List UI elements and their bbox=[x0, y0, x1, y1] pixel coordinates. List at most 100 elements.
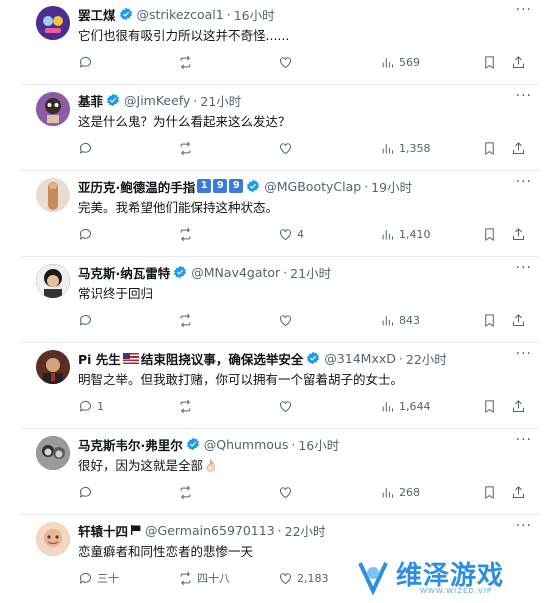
reply-count: 三十 bbox=[97, 572, 119, 585]
views-bar-chart-icon bbox=[382, 57, 393, 67]
more-options-icon[interactable]: ··· bbox=[516, 174, 532, 190]
share-button[interactable] bbox=[511, 311, 526, 329]
like-button[interactable] bbox=[278, 483, 297, 501]
avatar[interactable] bbox=[36, 6, 70, 40]
tweet[interactable]: 亚历克·鲍德温的手指 1 9 9 @MGBootyClap · 19小时 完美。… bbox=[20, 172, 540, 257]
more-options-icon[interactable]: ··· bbox=[516, 260, 532, 276]
share-button[interactable] bbox=[511, 483, 526, 501]
reply-button[interactable]: 三十 bbox=[78, 569, 119, 587]
retweet-button[interactable] bbox=[178, 139, 197, 157]
reply-button[interactable]: 1 bbox=[78, 397, 104, 415]
timestamp[interactable]: 21小时 bbox=[290, 263, 331, 282]
views-bar-chart-icon bbox=[382, 229, 393, 239]
reply-icon bbox=[79, 572, 91, 584]
like-button[interactable] bbox=[278, 139, 297, 157]
like-button[interactable]: 2,183 bbox=[278, 569, 329, 587]
tweet-actions: 843 bbox=[78, 311, 532, 329]
bookmark-button[interactable] bbox=[482, 53, 497, 71]
avatar[interactable] bbox=[36, 92, 70, 126]
views-button[interactable]: 268 bbox=[380, 483, 420, 501]
timestamp[interactable]: 19小时 bbox=[371, 177, 412, 196]
author-handle[interactable]: @strikezcoal1 bbox=[137, 7, 224, 22]
author-handle[interactable]: @MGBootyClap bbox=[264, 179, 361, 194]
author-name[interactable]: 罢工煤 bbox=[78, 5, 116, 24]
timestamp[interactable]: 22小时 bbox=[406, 349, 447, 368]
bookmark-button[interactable] bbox=[482, 311, 497, 329]
timestamp[interactable]: 16小时 bbox=[298, 435, 339, 454]
views-button[interactable]: 843 bbox=[380, 311, 420, 329]
keycap-digit-badge: 9 bbox=[229, 179, 244, 193]
retweet-button[interactable] bbox=[178, 53, 197, 71]
author-name[interactable]: 马克斯韦尔·弗里尔 bbox=[78, 435, 183, 454]
reply-button[interactable] bbox=[78, 225, 97, 243]
avatar[interactable] bbox=[36, 522, 70, 556]
tweet[interactable]: Pi 先生 结束阻挠议事，确保选举安全 @314MxxD · 22小时 明智之举… bbox=[20, 344, 540, 429]
like-button[interactable]: 4 bbox=[278, 225, 304, 243]
tweet[interactable]: 罢工煤 @strikezcoal1 · 16小时 它们也很有吸引力所以这并不奇怪… bbox=[20, 0, 540, 85]
more-options-icon[interactable]: ··· bbox=[516, 432, 532, 448]
timestamp[interactable]: 21小时 bbox=[200, 91, 241, 110]
author-handle[interactable]: @Germain65970113 bbox=[145, 523, 275, 538]
retweet-button[interactable] bbox=[178, 311, 197, 329]
like-button[interactable] bbox=[278, 311, 297, 329]
reply-button[interactable] bbox=[78, 311, 97, 329]
author-name[interactable]: 马克斯·纳瓦雷特 bbox=[78, 263, 170, 282]
avatar[interactable] bbox=[36, 264, 70, 298]
author-handle[interactable]: @314MxxD bbox=[324, 351, 396, 366]
share-button[interactable] bbox=[511, 397, 526, 415]
views-button[interactable]: 1,410 bbox=[380, 225, 431, 243]
tweet-text: 明智之举。但我敢打赌，你可以拥有一个留着胡子的女士。 bbox=[78, 372, 404, 387]
author-name-prefix[interactable]: Pi 先生 bbox=[78, 349, 121, 368]
views-count: 1,410 bbox=[399, 227, 431, 241]
separator-dot: · bbox=[283, 264, 288, 280]
reply-button[interactable] bbox=[78, 483, 97, 501]
views-button[interactable]: 1,644 bbox=[380, 397, 431, 415]
more-options-icon[interactable]: ··· bbox=[516, 346, 532, 362]
reply-count: 1 bbox=[97, 399, 104, 413]
more-options-icon[interactable]: ··· bbox=[516, 518, 532, 534]
views-bar-chart-icon bbox=[382, 401, 393, 411]
avatar[interactable] bbox=[36, 178, 70, 212]
more-options-icon[interactable]: ··· bbox=[516, 88, 532, 104]
tweet-actions: 268 bbox=[78, 483, 532, 501]
author-name[interactable]: 结束阻挠议事，确保选举安全 bbox=[141, 349, 304, 368]
heart-icon bbox=[280, 400, 291, 412]
reply-icon bbox=[79, 56, 91, 68]
tweet[interactable]: 马克斯韦尔·弗里尔 @Qhummous · 16小时 很好，因为这就是全部👌🏻 … bbox=[20, 430, 540, 515]
more-options-icon[interactable]: ··· bbox=[516, 2, 532, 18]
avatar[interactable] bbox=[36, 436, 70, 470]
views-bar-chart-icon bbox=[382, 315, 393, 325]
share-button[interactable] bbox=[511, 53, 526, 71]
author-handle[interactable]: @Qhummous bbox=[204, 437, 289, 452]
author-handle[interactable]: @JimKeefy bbox=[124, 93, 190, 108]
timestamp[interactable]: 16小时 bbox=[234, 5, 275, 24]
bookmark-button[interactable] bbox=[482, 397, 497, 415]
views-button[interactable]: 1,358 bbox=[380, 139, 431, 157]
like-button[interactable] bbox=[278, 53, 297, 71]
like-button[interactable] bbox=[278, 397, 297, 415]
bookmark-button[interactable] bbox=[482, 139, 497, 157]
reply-button[interactable] bbox=[78, 53, 97, 71]
retweet-button[interactable]: 四十八 bbox=[178, 569, 230, 587]
author-name[interactable]: 基菲 bbox=[78, 91, 103, 110]
timestamp[interactable]: 22小时 bbox=[285, 521, 326, 540]
tweet[interactable]: 马克斯·纳瓦雷特 @MNav4gator · 21小时 常识终于回归 ··· 8… bbox=[20, 258, 540, 343]
reply-button[interactable] bbox=[78, 139, 97, 157]
heart-icon bbox=[280, 572, 291, 584]
bookmark-button[interactable] bbox=[482, 483, 497, 501]
separator-dot: · bbox=[226, 6, 231, 22]
views-button[interactable]: 569 bbox=[380, 53, 420, 71]
share-button[interactable] bbox=[511, 225, 526, 243]
bookmark-button[interactable] bbox=[482, 225, 497, 243]
verified-badge-icon bbox=[247, 179, 260, 193]
retweet-button[interactable] bbox=[178, 397, 197, 415]
author-name[interactable]: 轩辕十四 bbox=[78, 521, 128, 540]
author-handle[interactable]: @MNav4gator bbox=[191, 265, 280, 280]
retweet-button[interactable] bbox=[178, 483, 197, 501]
tweet[interactable]: 基菲 @JimKeefy · 21小时 这是什么鬼？为什么看起来这么发达？ ··… bbox=[20, 86, 540, 171]
retweet-button[interactable] bbox=[178, 225, 197, 243]
share-button[interactable] bbox=[511, 139, 526, 157]
author-name[interactable]: 亚历克·鲍德温的手指 bbox=[78, 177, 195, 196]
tweet-text: 这是什么鬼？为什么看起来这么发达？ bbox=[78, 114, 291, 129]
avatar[interactable] bbox=[36, 350, 70, 384]
